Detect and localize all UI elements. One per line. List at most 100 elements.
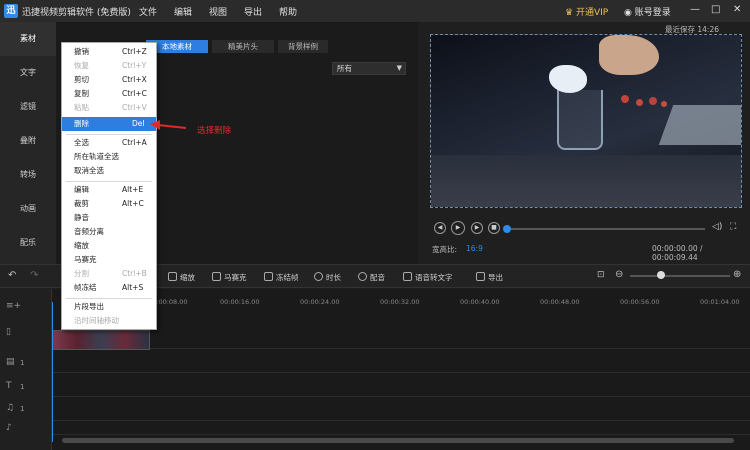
nav-filter[interactable]: 滤镜 <box>0 90 56 124</box>
login-label: 账号登录 <box>634 8 671 18</box>
menu-item-shortcut: Ctrl+A <box>122 138 147 147</box>
close-button[interactable]: ✕ <box>733 4 741 15</box>
seek-bar[interactable] <box>505 228 705 230</box>
menu-item-paste[interactable]: 粘贴 Ctrl+V <box>62 101 156 115</box>
menu-item-label: 编辑 <box>74 185 89 194</box>
menu-item-shortcut: Ctrl+X <box>122 75 147 84</box>
menu-edit[interactable]: 编辑 <box>174 5 192 18</box>
menu-item-label: 所在轨道全选 <box>74 152 119 161</box>
text-icon: T <box>6 381 12 391</box>
nav-overlay[interactable]: 叠附 <box>0 124 56 158</box>
tool-speech-to-text[interactable]: 语音转文字 <box>403 272 453 283</box>
nav-transition[interactable]: 转场 <box>0 158 56 192</box>
tool-label: 马赛克 <box>224 273 247 282</box>
menu-item-label: 恢复 <box>74 61 89 70</box>
undo-icon[interactable]: ↶ <box>8 270 16 281</box>
tool-export[interactable]: 导出 <box>476 272 503 283</box>
music-track[interactable] <box>52 397 750 421</box>
app-title: 迅捷视频剪辑软件 (免费版) <box>22 8 131 18</box>
menu-item-split[interactable]: 分割 Ctrl+B <box>62 267 156 281</box>
ruler-tick: 00:00:16.00 <box>220 298 260 306</box>
menu-item-crop[interactable]: 裁剪 Alt+C <box>62 197 156 211</box>
tool-zoom[interactable]: 缩放 <box>168 272 195 283</box>
menu-item-select-all[interactable]: 全选 Ctrl+A <box>62 136 156 150</box>
login-button[interactable]: ◉ 账号登录 <box>624 5 671 18</box>
menu-item-undo[interactable]: 撤销 Ctrl+Z <box>62 45 156 59</box>
maximize-button[interactable]: □ <box>711 4 720 15</box>
zoom-in-icon[interactable]: ⊕ <box>733 269 741 280</box>
ruler-tick: 00:00:56.00 <box>620 298 660 306</box>
filter-value: 所有 <box>337 64 352 73</box>
tool-voiceover[interactable]: 配音 <box>358 272 385 283</box>
menu-help[interactable]: 帮助 <box>279 5 297 18</box>
side-nav: 素材 文字 滤镜 叠附 转场 动画 配乐 <box>0 22 56 264</box>
crown-icon: ♛ <box>565 8 576 18</box>
tool-mosaic[interactable]: 马赛克 <box>212 272 247 283</box>
bokeh-light <box>621 95 629 103</box>
tab-backgrounds[interactable]: 背景样例 <box>278 40 328 53</box>
add-track-icon[interactable]: ≡+ <box>6 301 21 311</box>
menu-item-label: 裁剪 <box>74 199 89 208</box>
film-icon: ▤ <box>6 357 15 367</box>
ruler-tick: 00:00:40.00 <box>460 298 500 306</box>
text-track[interactable] <box>52 373 750 397</box>
playhead[interactable] <box>52 302 53 442</box>
mosaic-icon <box>212 272 221 281</box>
tool-freeze-frame[interactable]: 冻结帧 <box>264 272 299 283</box>
tab-intros[interactable]: 精美片头 <box>212 40 274 53</box>
menu-item-select-track[interactable]: 所在轨道全选 <box>62 150 156 164</box>
menu-item-deselect[interactable]: 取消全选 <box>62 164 156 178</box>
menu-item-label: 帧冻结 <box>74 283 97 292</box>
nav-material[interactable]: 素材 <box>0 22 56 56</box>
menu-item-label: 片段导出 <box>74 302 104 311</box>
voice-track[interactable] <box>52 421 750 435</box>
pip-track[interactable] <box>52 349 750 373</box>
fullscreen-icon[interactable]: ⛶ <box>730 222 736 232</box>
fit-icon[interactable]: ⊡ <box>597 270 605 280</box>
menu-item-cut[interactable]: 剪切 Ctrl+X <box>62 73 156 87</box>
zoom-slider[interactable] <box>630 275 730 277</box>
timeline-scrollbar[interactable] <box>62 438 734 443</box>
menu-item-copy[interactable]: 复制 Ctrl+C <box>62 87 156 101</box>
menu-item-mute[interactable]: 静音 <box>62 211 156 225</box>
nav-music[interactable]: 配乐 <box>0 226 56 260</box>
nav-text[interactable]: 文字 <box>0 56 56 90</box>
tool-duration[interactable]: 时长 <box>314 272 341 283</box>
speech-icon <box>403 272 412 281</box>
zoom-out-icon[interactable]: ⊖ <box>615 269 623 280</box>
redo-icon[interactable]: ↷ <box>30 270 38 281</box>
tool-label: 缩放 <box>180 273 195 282</box>
menu-item-export-clip[interactable]: 片段导出 <box>62 300 156 314</box>
menu-file[interactable]: 文件 <box>139 5 157 18</box>
menu-item-label: 撤销 <box>74 47 89 56</box>
menu-item-move-along-timeline[interactable]: 沿时间轴移动 <box>62 314 156 328</box>
play-icon[interactable]: ▶ <box>451 221 465 235</box>
menu-item-label: 剪切 <box>74 75 89 84</box>
ruler-tick: 00:00:32.00 <box>380 298 420 306</box>
video-clip[interactable] <box>52 330 150 350</box>
video-preview[interactable] <box>430 34 742 208</box>
filter-dropdown[interactable]: 所有 ▼ <box>332 62 406 75</box>
menu-item-redo[interactable]: 恢复 Ctrl+Y <box>62 59 156 73</box>
stop-icon[interactable]: ■ <box>488 222 500 234</box>
aspect-ratio-value[interactable]: 16:9 <box>466 244 483 253</box>
seek-handle[interactable] <box>503 225 511 233</box>
menu-item-delete[interactable]: 删除 Del <box>62 117 156 131</box>
nav-animation[interactable]: 动画 <box>0 192 56 226</box>
minimize-button[interactable]: — <box>690 4 700 15</box>
title-bar: 迅 迅捷视频剪辑软件 (免费版) 文件 编辑 视图 导出 帮助 ♛ 开通VIP … <box>0 0 750 22</box>
menu-item-label: 沿时间轴移动 <box>74 316 119 325</box>
menu-item-detach-audio[interactable]: 音频分离 <box>62 225 156 239</box>
menu-export[interactable]: 导出 <box>244 5 262 18</box>
menu-item-zoom[interactable]: 缩放 <box>62 239 156 253</box>
menu-item-mosaic[interactable]: 马赛克 <box>62 253 156 267</box>
menu-item-label: 缩放 <box>74 241 89 250</box>
vip-button[interactable]: ♛ 开通VIP <box>565 5 608 18</box>
menu-view[interactable]: 视图 <box>209 5 227 18</box>
menu-item-freeze-frame[interactable]: 帧冻结 Alt+S <box>62 281 156 295</box>
menu-item-edit[interactable]: 编辑 Alt+E <box>62 183 156 197</box>
next-frame-icon[interactable]: ▶ <box>471 222 483 234</box>
volume-icon[interactable]: ◁) <box>712 222 722 232</box>
prev-frame-icon[interactable]: ◀ <box>434 222 446 234</box>
zoom-slider-handle[interactable] <box>657 271 665 279</box>
